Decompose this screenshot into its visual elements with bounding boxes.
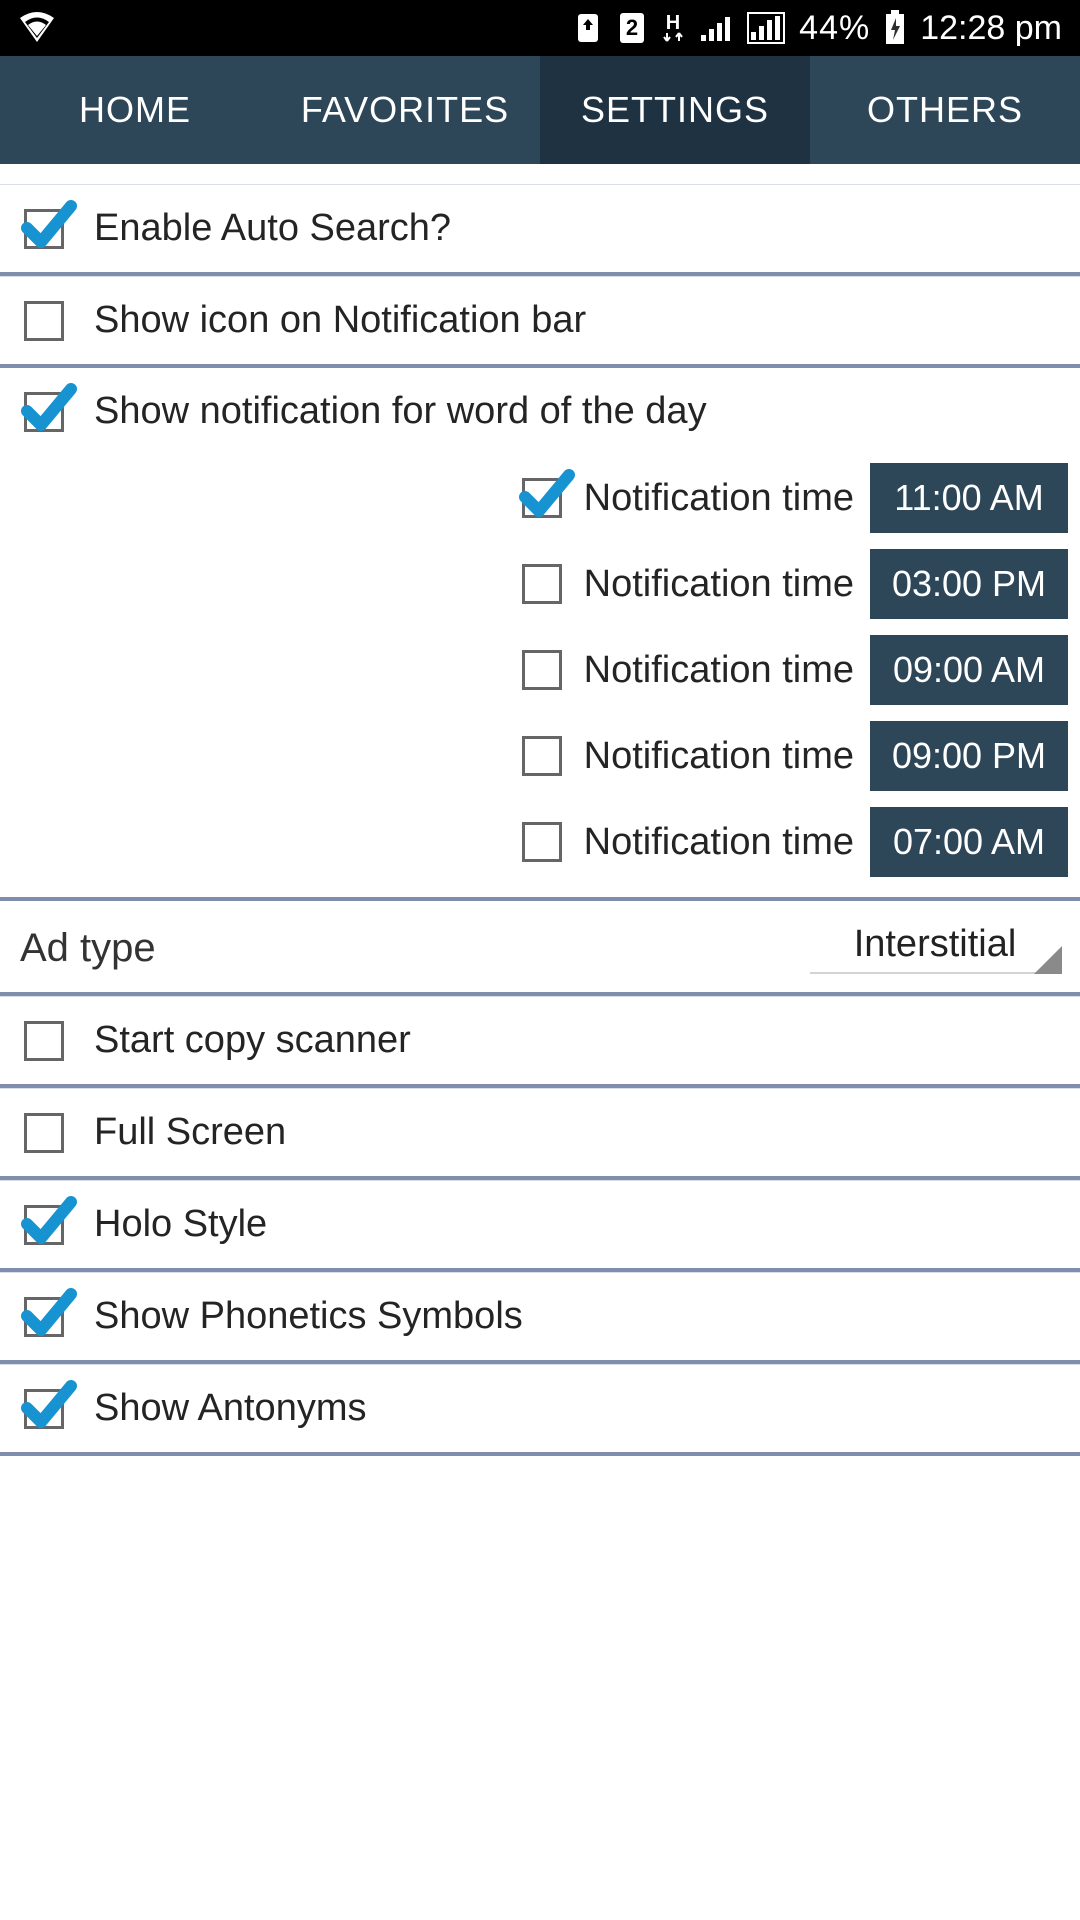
- signal-1-icon: [699, 13, 733, 43]
- checkbox-notif-time-4[interactable]: [522, 822, 562, 862]
- checkbox-notif-time-0[interactable]: [522, 478, 562, 518]
- notif-time-row-4: Notification time 07:00 AM: [0, 799, 1080, 897]
- signal-2-icon: [747, 12, 785, 44]
- setting-full-screen[interactable]: Full Screen: [0, 1088, 1080, 1180]
- label-notif-time-0: Notification time: [584, 477, 854, 520]
- checkbox-show-phonetics[interactable]: [24, 1297, 64, 1337]
- notif-time-row-0: Notification time 11:00 AM: [0, 455, 1080, 541]
- label-show-antonyms: Show Antonyms: [94, 1387, 366, 1430]
- svg-text:2: 2: [626, 15, 638, 40]
- time-button-4[interactable]: 07:00 AM: [870, 807, 1068, 877]
- setting-show-antonyms[interactable]: Show Antonyms: [0, 1364, 1080, 1456]
- notif-time-row-2: Notification time 09:00 AM: [0, 627, 1080, 713]
- battery-charging-icon: [884, 10, 906, 46]
- checkbox-start-copy-scanner[interactable]: [24, 1021, 64, 1061]
- tab-settings[interactable]: SETTINGS: [540, 56, 810, 164]
- checkbox-notif-time-3[interactable]: [522, 736, 562, 776]
- label-start-copy-scanner: Start copy scanner: [94, 1019, 411, 1062]
- tab-home-label: HOME: [79, 89, 191, 131]
- checkbox-show-icon-notif[interactable]: [24, 301, 64, 341]
- battery-percent: 44%: [799, 9, 870, 48]
- checkbox-notif-time-1[interactable]: [522, 564, 562, 604]
- label-holo-style: Holo Style: [94, 1203, 267, 1246]
- setting-show-wotd[interactable]: Show notification for word of the day: [0, 368, 1080, 455]
- label-notif-time-4: Notification time: [584, 821, 854, 864]
- checkbox-holo-style[interactable]: [24, 1205, 64, 1245]
- label-notif-time-3: Notification time: [584, 735, 854, 778]
- svg-text:H: H: [666, 12, 680, 34]
- label-show-icon-notif: Show icon on Notification bar: [94, 299, 586, 342]
- label-full-screen: Full Screen: [94, 1111, 286, 1154]
- tab-others-label: OTHERS: [867, 89, 1023, 131]
- label-enable-auto-search: Enable Auto Search?: [94, 207, 451, 250]
- wifi-icon: [18, 12, 56, 44]
- checkbox-full-screen[interactable]: [24, 1113, 64, 1153]
- status-time: 12:28 pm: [920, 9, 1062, 48]
- setting-start-copy-scanner[interactable]: Start copy scanner: [0, 996, 1080, 1088]
- setting-enable-auto-search[interactable]: Enable Auto Search?: [0, 184, 1080, 276]
- tab-home[interactable]: HOME: [0, 56, 270, 164]
- tab-favorites-label: FAVORITES: [301, 89, 509, 131]
- update-icon: [573, 11, 603, 45]
- checkbox-show-antonyms[interactable]: [24, 1389, 64, 1429]
- notif-time-row-1: Notification time 03:00 PM: [0, 541, 1080, 627]
- time-button-1[interactable]: 03:00 PM: [870, 549, 1068, 619]
- notif-time-row-3: Notification time 09:00 PM: [0, 713, 1080, 799]
- sim2-icon: 2: [617, 11, 647, 45]
- tab-favorites[interactable]: FAVORITES: [270, 56, 540, 164]
- checkbox-notif-time-2[interactable]: [522, 650, 562, 690]
- checkbox-enable-auto-search[interactable]: [24, 209, 64, 249]
- settings-content: Enable Auto Search? Show icon on Notific…: [0, 164, 1080, 1456]
- ad-type-value: Interstitial: [854, 923, 1017, 966]
- setting-show-phonetics[interactable]: Show Phonetics Symbols: [0, 1272, 1080, 1364]
- time-button-0[interactable]: 11:00 AM: [870, 463, 1068, 533]
- tab-bar: HOME FAVORITES SETTINGS OTHERS: [0, 56, 1080, 164]
- tab-others[interactable]: OTHERS: [810, 56, 1080, 164]
- label-notif-time-2: Notification time: [584, 649, 854, 692]
- checkbox-show-wotd[interactable]: [24, 392, 64, 432]
- label-notif-time-1: Notification time: [584, 563, 854, 606]
- label-ad-type: Ad type: [20, 926, 156, 971]
- label-show-phonetics: Show Phonetics Symbols: [94, 1295, 523, 1338]
- time-button-3[interactable]: 09:00 PM: [870, 721, 1068, 791]
- data-h-icon: H: [661, 11, 685, 45]
- setting-holo-style[interactable]: Holo Style: [0, 1180, 1080, 1272]
- setting-show-icon-notif[interactable]: Show icon on Notification bar: [0, 276, 1080, 368]
- ad-type-select[interactable]: Interstitial: [810, 923, 1060, 974]
- label-show-wotd: Show notification for word of the day: [94, 390, 707, 433]
- setting-ad-type: Ad type Interstitial: [0, 897, 1080, 996]
- status-bar: 2 H 44% 12:28 pm: [0, 0, 1080, 56]
- time-button-2[interactable]: 09:00 AM: [870, 635, 1068, 705]
- tab-settings-label: SETTINGS: [581, 89, 769, 131]
